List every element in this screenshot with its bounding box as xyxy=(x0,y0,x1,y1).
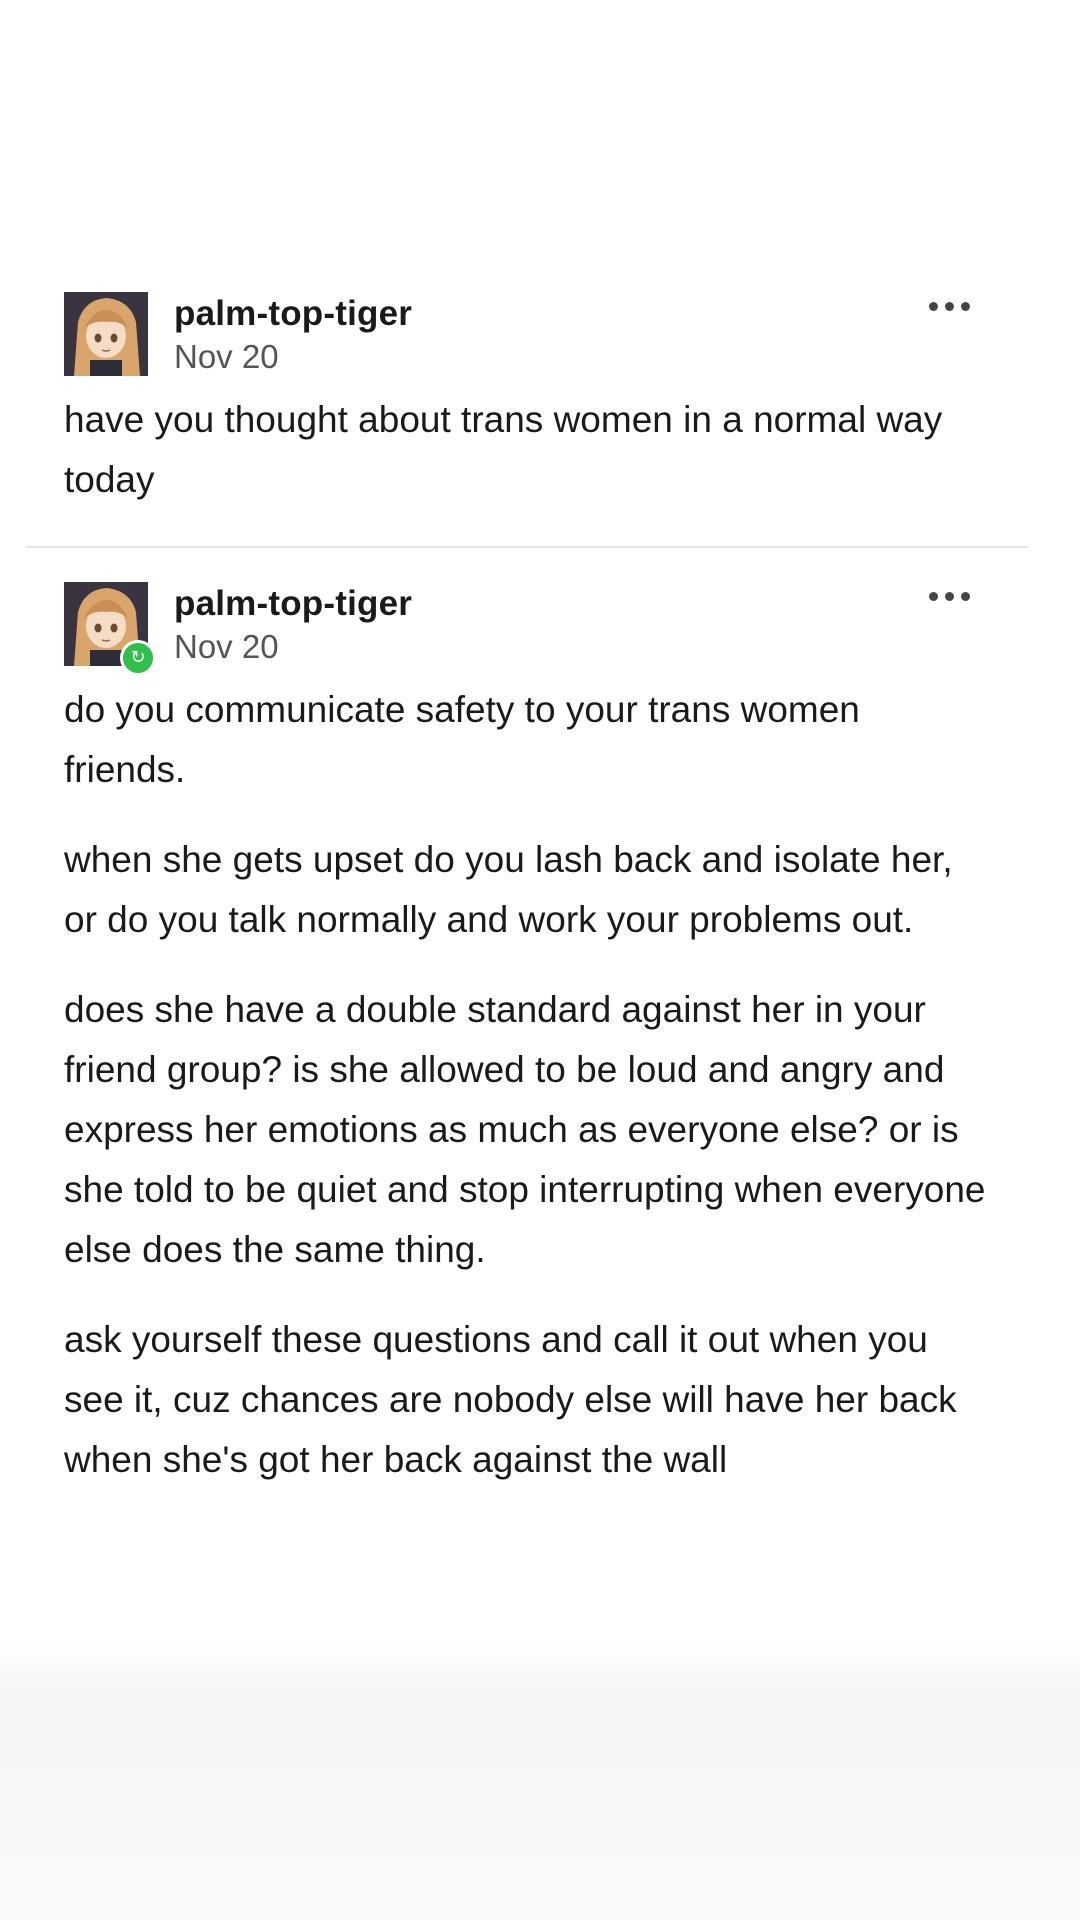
post-header: palm-top-tiger Nov 20 xyxy=(64,280,988,376)
post-paragraph: does she have a double standard against … xyxy=(64,989,986,1270)
post-paragraph: have you thought about trans women in a … xyxy=(64,399,943,500)
post-header: ↻ palm-top-tiger Nov 20 xyxy=(64,570,988,676)
post-divider xyxy=(26,546,1028,548)
more-options-icon[interactable] xyxy=(929,592,970,601)
post-date: Nov 20 xyxy=(174,338,279,375)
post-original: palm-top-tiger Nov 20 have you thought a… xyxy=(26,280,1028,510)
avatar[interactable] xyxy=(64,292,148,376)
post-paragraph: when she gets upset do you lash back and… xyxy=(64,839,953,940)
username[interactable]: palm-top-tiger xyxy=(174,294,412,334)
post-body: do you communicate safety to your trans … xyxy=(64,680,988,1490)
more-options-icon[interactable] xyxy=(929,302,970,311)
post-date: Nov 20 xyxy=(174,628,279,665)
post-paragraph: ask yourself these questions and call it… xyxy=(64,1319,957,1480)
username[interactable]: palm-top-tiger xyxy=(174,584,412,624)
anime-girl-avatar-icon xyxy=(64,292,148,376)
post-paragraph: do you communicate safety to your trans … xyxy=(64,689,860,790)
post-body: have you thought about trans women in a … xyxy=(64,390,988,510)
post-card: palm-top-tiger Nov 20 have you thought a… xyxy=(26,280,1028,1530)
screenshot-page: palm-top-tiger Nov 20 have you thought a… xyxy=(0,0,1080,1920)
post-reblog: ↻ palm-top-tiger Nov 20 do you communica… xyxy=(26,570,1028,1530)
avatar[interactable]: ↻ xyxy=(64,582,156,676)
reblog-icon: ↻ xyxy=(120,640,156,676)
